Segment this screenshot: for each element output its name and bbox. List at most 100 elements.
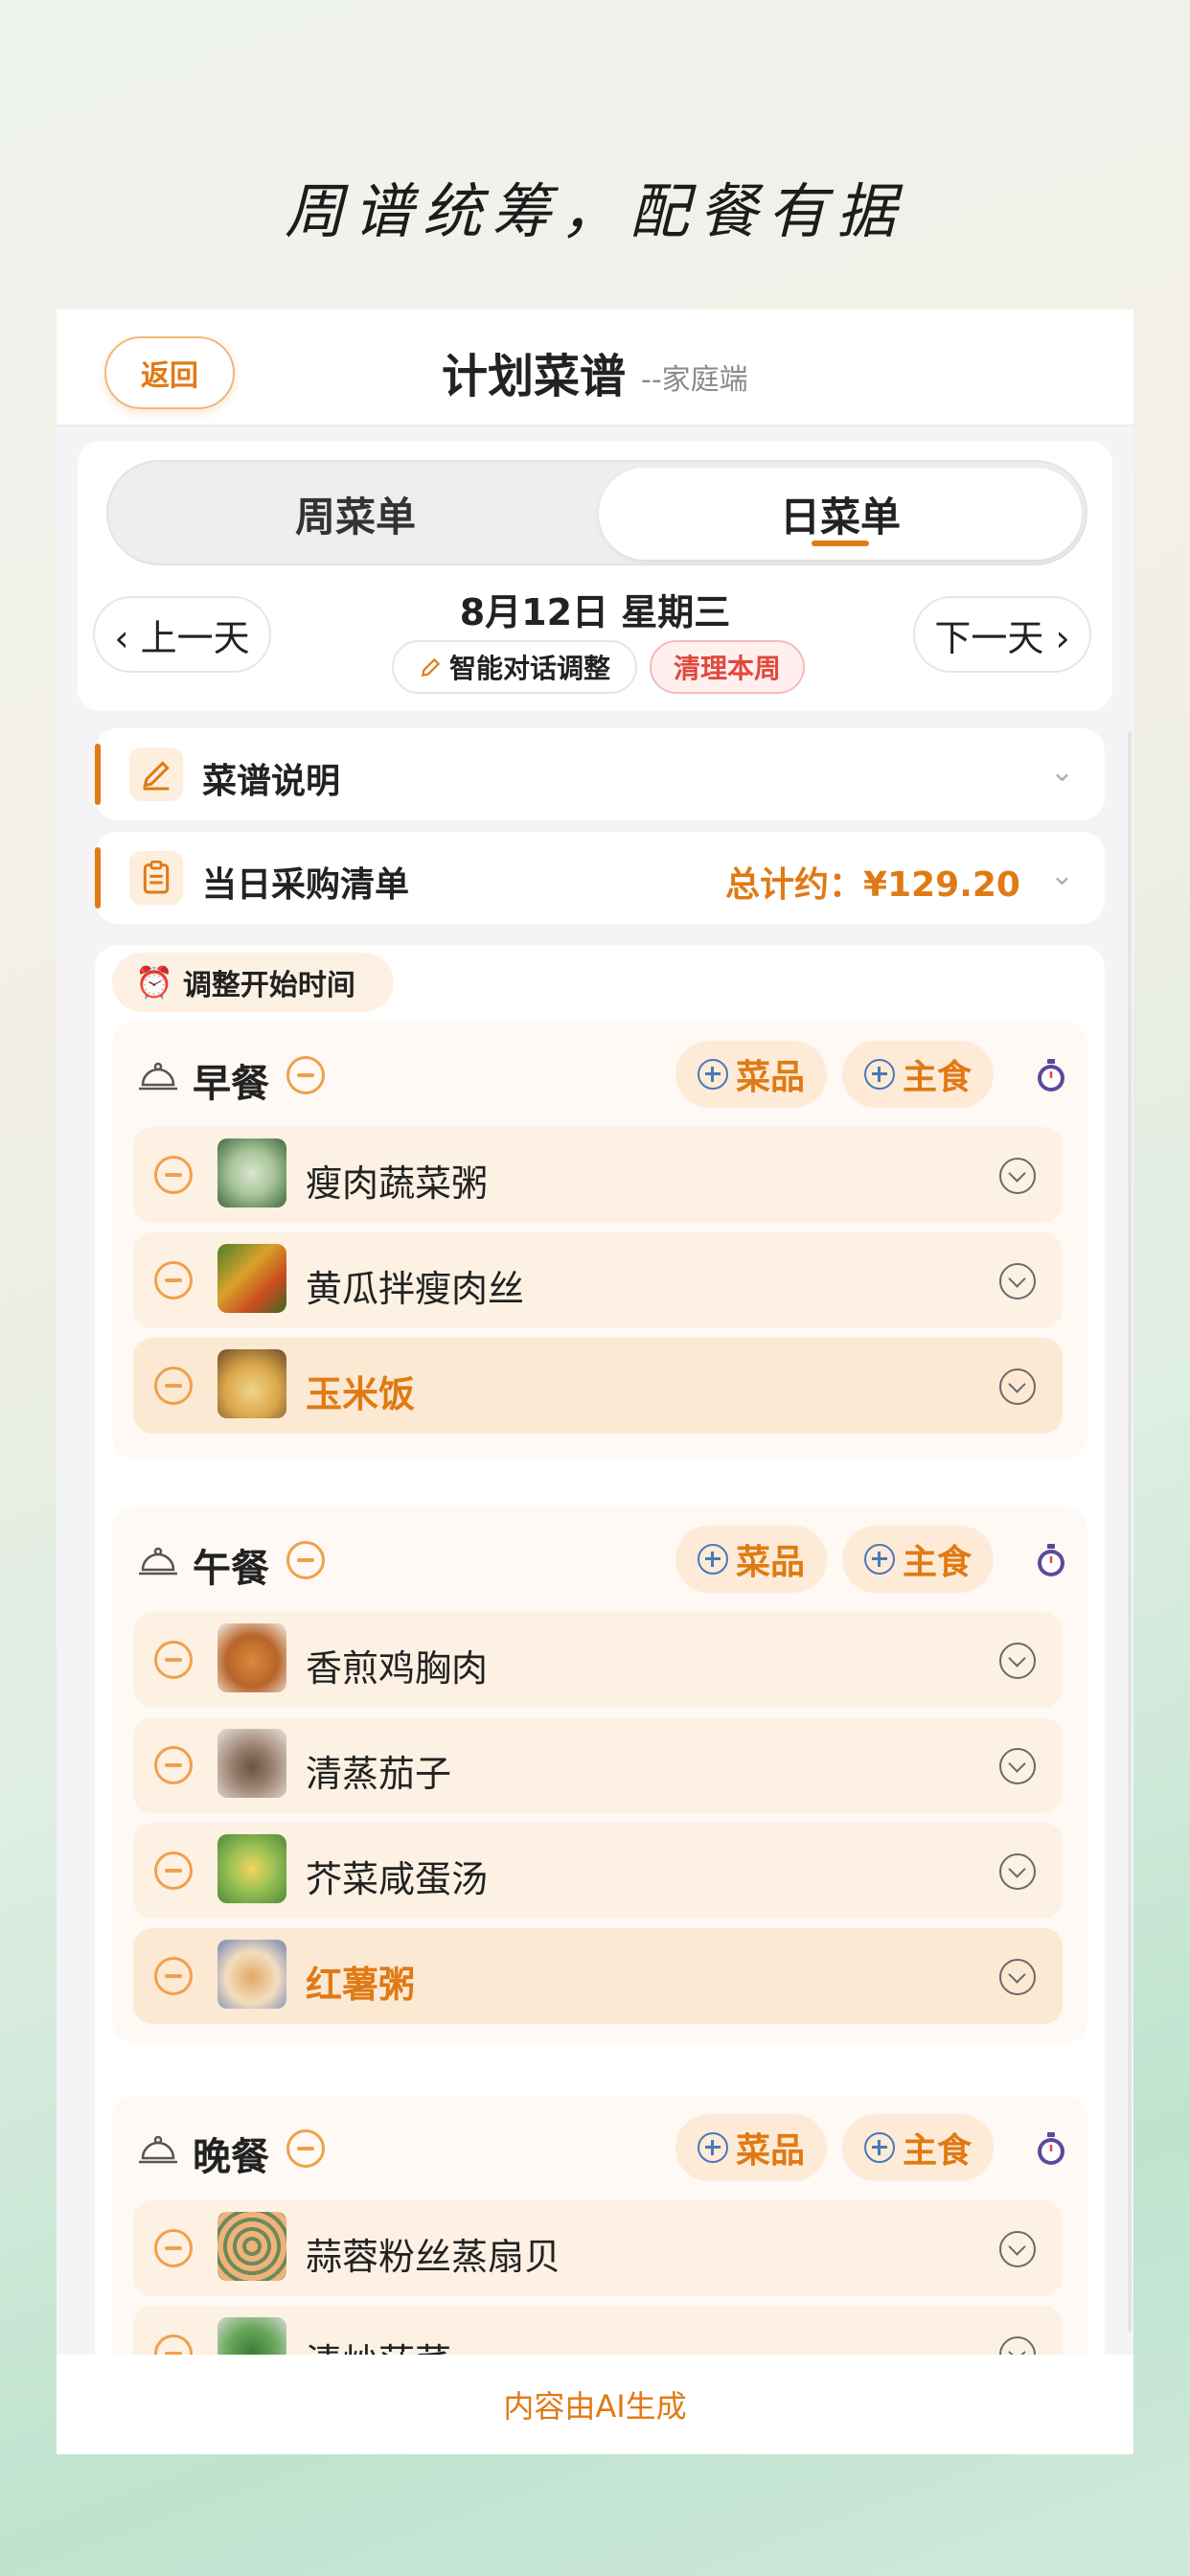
dish-image: [217, 1940, 286, 2009]
chevron-down-circle-icon[interactable]: [999, 1263, 1036, 1300]
back-button[interactable]: 返回: [104, 336, 235, 409]
date-card: 周菜单 日菜单 8月12日 星期三 ‹ 上一天 下一天 › 智能对话调整 清理本…: [78, 441, 1112, 711]
add-dish-label: 菜品: [735, 1058, 805, 1097]
meal-header: 晚餐 菜品 主食: [112, 2095, 1087, 2200]
ai-disclaimer-footer: 内容由AI生成: [57, 2355, 1133, 2454]
stopwatch-icon[interactable]: [1034, 1541, 1068, 1579]
app-screen: 返回 计划菜谱 --家庭端 周菜单 日菜单 8月12日 星期三 ‹ 上一天 下一…: [57, 310, 1133, 2454]
page-title: 计划菜谱: [442, 350, 627, 403]
dish-row[interactable]: 黄瓜拌瘦肉丝: [133, 1232, 1063, 1328]
dish-row[interactable]: 芥菜咸蛋汤: [133, 1823, 1063, 1919]
shopping-total: 总计约：¥129.20: [725, 865, 1020, 905]
chevron-down-circle-icon[interactable]: [999, 1748, 1036, 1784]
add-staple-label: 主食: [902, 1058, 972, 1097]
clipboard-icon: [129, 851, 183, 905]
edit-icon: [129, 748, 183, 801]
page-subtitle: --家庭端: [641, 363, 748, 397]
plus-icon: [863, 2132, 895, 2163]
plus-icon: [697, 2132, 728, 2163]
add-dish-button[interactable]: 菜品: [675, 1041, 827, 1108]
chevron-down-circle-icon[interactable]: [999, 1959, 1036, 1995]
stopwatch-icon[interactable]: [1034, 2129, 1068, 2168]
dish-name: 黄瓜拌瘦肉丝: [306, 1268, 525, 1310]
dish-name: 芥菜咸蛋汤: [306, 1858, 489, 1900]
tab-week-menu[interactable]: 周菜单: [114, 468, 597, 560]
remove-meal-icon[interactable]: [286, 2129, 325, 2168]
add-dish-button[interactable]: 菜品: [675, 1526, 827, 1593]
clear-week-button[interactable]: 清理本周: [650, 640, 805, 694]
chevron-down-icon: ⌄: [1049, 755, 1074, 789]
remove-meal-icon[interactable]: [286, 1056, 325, 1094]
meal-header: 早餐 菜品 主食: [112, 1022, 1087, 1127]
dish-name: 香煎鸡胸肉: [306, 1647, 489, 1690]
recipe-notes-label: 菜谱说明: [202, 762, 341, 801]
accent-bar: [95, 744, 101, 805]
staple-row[interactable]: 玉米饭: [133, 1338, 1063, 1434]
dish-name: 清蒸茄子: [306, 1753, 452, 1795]
pencil-icon: [421, 657, 441, 678]
dish-name: 蒜蓉粉丝蒸扇贝: [306, 2236, 561, 2278]
tab-label: 日菜单: [779, 493, 901, 540]
add-dish-label: 菜品: [735, 2131, 805, 2171]
menu-tab-switch: 周菜单 日菜单: [106, 460, 1087, 565]
remove-dish-icon[interactable]: [154, 1641, 193, 1679]
dish-name: 红薯粥: [306, 1964, 416, 2006]
add-dish-label: 菜品: [735, 1543, 805, 1582]
chevron-down-circle-icon[interactable]: [999, 2231, 1036, 2267]
active-tab-indicator: [812, 540, 869, 546]
meal-lunch: 午餐 菜品 主食 香煎鸡胸肉 清蒸茄子 芥菜咸蛋汤 红薯粥: [112, 1506, 1087, 2043]
chevron-down-circle-icon[interactable]: [999, 1643, 1036, 1679]
alarm-clock-icon: ⏰: [135, 964, 173, 1000]
remove-dish-icon[interactable]: [154, 2229, 193, 2267]
meal-plan-container: ⏰ 调整开始时间 早餐 菜品 主食 瘦肉蔬菜粥 黄瓜拌瘦肉丝 玉米饭 午餐 菜品…: [95, 945, 1105, 2454]
shopping-list-label: 当日采购清单: [202, 865, 410, 905]
remove-meal-icon[interactable]: [286, 1541, 325, 1579]
remove-dish-icon[interactable]: [154, 1156, 193, 1194]
meal-breakfast: 早餐 菜品 主食 瘦肉蔬菜粥 黄瓜拌瘦肉丝 玉米饭: [112, 1022, 1087, 1459]
scrollbar[interactable]: [1128, 731, 1132, 2332]
dish-image: [217, 1623, 286, 1692]
add-staple-button[interactable]: 主食: [842, 2114, 994, 2181]
meal-header: 午餐 菜品 主食: [112, 1506, 1087, 1612]
dish-row[interactable]: 清蒸茄子: [133, 1717, 1063, 1813]
plus-icon: [863, 1059, 895, 1090]
add-staple-button[interactable]: 主食: [842, 1526, 994, 1593]
dish-row[interactable]: 瘦肉蔬菜粥: [133, 1127, 1063, 1223]
next-day-button[interactable]: 下一天 ›: [913, 596, 1091, 673]
dish-image: [217, 1729, 286, 1798]
tab-day-menu[interactable]: 日菜单: [599, 468, 1082, 560]
add-staple-label: 主食: [902, 2131, 972, 2171]
recipe-notes-bar[interactable]: 菜谱说明 ⌄: [95, 728, 1105, 820]
adjust-time-label: 调整开始时间: [182, 969, 355, 1002]
dish-row[interactable]: 香煎鸡胸肉: [133, 1612, 1063, 1708]
tab-label: 周菜单: [294, 493, 416, 540]
dish-row[interactable]: 蒜蓉粉丝蒸扇贝: [133, 2200, 1063, 2296]
adjust-time-button[interactable]: ⏰ 调整开始时间: [112, 953, 394, 1012]
stopwatch-icon[interactable]: [1034, 1056, 1068, 1094]
cloche-icon: [139, 1547, 177, 1576]
add-staple-button[interactable]: 主食: [842, 1041, 994, 1108]
remove-dish-icon[interactable]: [154, 1746, 193, 1784]
remove-dish-icon[interactable]: [154, 1957, 193, 1995]
dish-image: [217, 1138, 286, 1208]
ai-adjust-button[interactable]: 智能对话调整: [392, 640, 637, 694]
cloche-icon: [139, 1062, 177, 1091]
staple-row[interactable]: 红薯粥: [133, 1928, 1063, 2024]
chevron-down-circle-icon[interactable]: [999, 1853, 1036, 1890]
add-staple-label: 主食: [902, 1543, 972, 1582]
meal-name: 晚餐: [193, 2135, 269, 2179]
remove-dish-icon[interactable]: [154, 1261, 193, 1300]
chevron-down-circle-icon[interactable]: [999, 1368, 1036, 1405]
chevron-down-circle-icon[interactable]: [999, 1158, 1036, 1194]
add-dish-button[interactable]: 菜品: [675, 2114, 827, 2181]
accent-bar: [95, 847, 101, 908]
remove-dish-icon[interactable]: [154, 1852, 193, 1890]
nav-bar: 返回 计划菜谱 --家庭端: [57, 310, 1133, 426]
ai-adjust-label: 智能对话调整: [448, 653, 610, 684]
remove-dish-icon[interactable]: [154, 1367, 193, 1405]
prev-day-button[interactable]: ‹ 上一天: [93, 596, 271, 673]
shopping-list-bar[interactable]: 当日采购清单 总计约：¥129.20 ⌄: [95, 832, 1105, 924]
plus-icon: [863, 1544, 895, 1575]
cloche-icon: [139, 2135, 177, 2164]
dish-image: [217, 1349, 286, 1418]
